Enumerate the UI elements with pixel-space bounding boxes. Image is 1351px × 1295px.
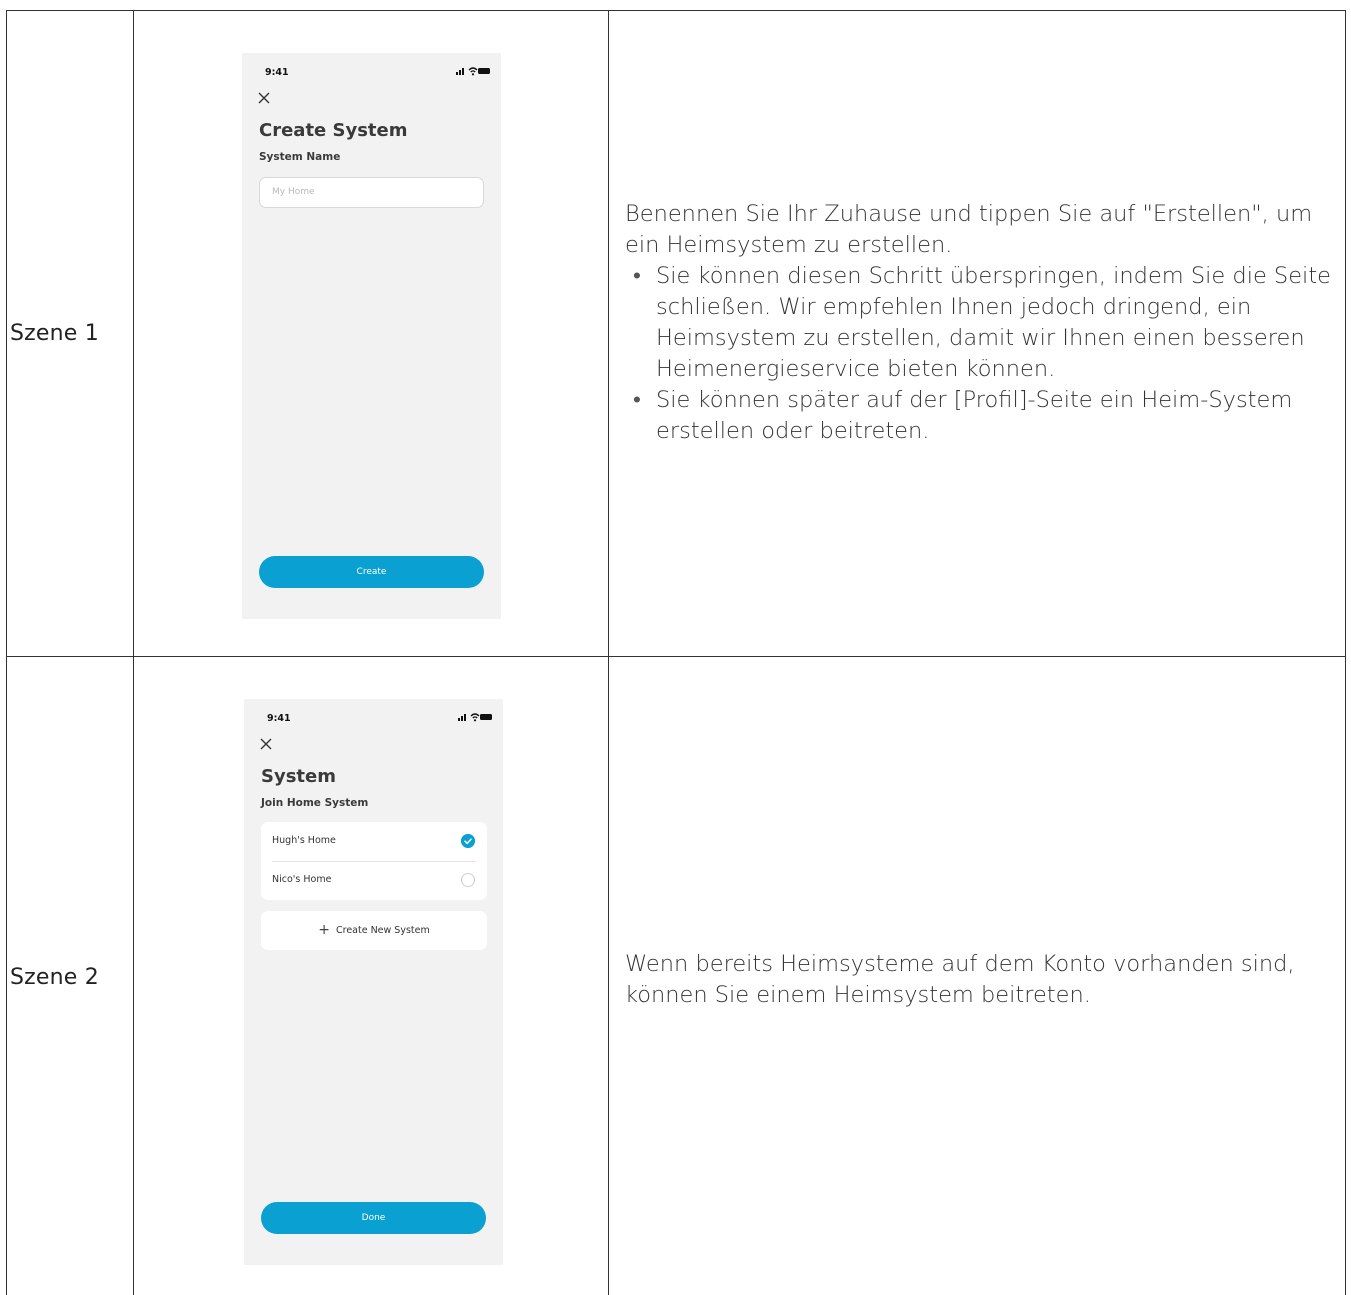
column-divider [133,11,134,656]
close-icon[interactable] [257,91,271,105]
description-bullets: Sie können diesen Schritt überspringen, … [625,261,1347,447]
check-circle-icon[interactable] [461,834,475,848]
signal-icon [462,68,464,75]
signal-icon [461,716,463,721]
page-title: System [261,766,336,787]
radio-empty-icon[interactable] [461,873,475,887]
scene-label: Szene 2 [10,965,99,990]
column-divider [608,657,609,1295]
wifi-icon [468,67,478,76]
signal-icon [456,72,458,75]
battery-icon [478,68,490,74]
system-list: Hugh's Home Nico's Home [261,822,487,900]
scene-description: Wenn bereits Heimsysteme auf dem Konto v… [625,949,1347,1011]
field-label: System Name [259,151,341,163]
signal-icon [459,70,461,75]
create-new-system-label: Create New System [335,925,430,936]
scene-label: Szene 1 [10,321,99,346]
list-item: Sie können diesen Schritt überspringen, … [625,261,1347,385]
signal-icon [458,718,460,721]
create-new-system-button[interactable]: + Create New System [261,911,487,950]
status-time: 9:41 [267,713,291,724]
table-row-scene-1: Szene 1 9:41 Create System System Name M… [7,11,1345,657]
page-title: Create System [259,120,408,141]
list-item-label: Hugh's Home [272,835,336,846]
instruction-table: Szene 1 9:41 Create System System Name M… [6,10,1346,1295]
system-name-input[interactable]: My Home [259,177,484,208]
column-divider [608,11,609,656]
battery-icon [480,714,492,720]
list-item: Sie können später auf der [Profil]-Seite… [625,385,1347,447]
create-button[interactable]: Create [259,556,484,588]
done-button[interactable]: Done [261,1202,486,1234]
scene-description: Benennen Sie Ihr Zuhause und tippen Sie … [625,199,1347,447]
phone-screen-create-system: 9:41 Create System System Name My Home C… [242,53,501,619]
signal-icon [464,714,466,721]
table-row-scene-2: Szene 2 9:41 System Join Home System Hug… [7,657,1345,1295]
wifi-icon [470,713,480,722]
status-icons [458,712,492,722]
description-intro: Wenn bereits Heimsysteme auf dem Konto v… [625,951,1295,1008]
section-label: Join Home System [261,797,369,809]
list-item-nicos-home[interactable]: Nico's Home [261,861,487,900]
list-item-hughs-home[interactable]: Hugh's Home [261,822,487,862]
description-intro: Benennen Sie Ihr Zuhause und tippen Sie … [625,201,1313,258]
status-time: 9:41 [265,67,289,78]
close-icon[interactable] [259,737,273,751]
status-icons [456,66,490,76]
phone-screen-join-system: 9:41 System Join Home System Hugh's Home… [244,699,503,1265]
plus-icon: + [318,922,330,938]
list-item-label: Nico's Home [272,874,332,885]
column-divider [133,657,134,1295]
